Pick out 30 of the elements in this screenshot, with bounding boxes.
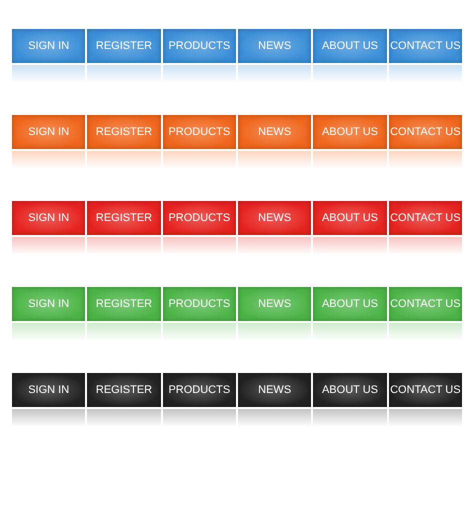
nav-button[interactable]: REGISTER (87, 29, 161, 63)
nav-button[interactable]: CONTACT US (388, 29, 462, 63)
nav-button[interactable]: ABOUT US (313, 115, 387, 149)
nav-button[interactable]: ABOUT US (313, 201, 387, 235)
nav-button[interactable]: ABOUT US (313, 287, 387, 321)
nav-button[interactable]: SIGN IN (12, 201, 86, 235)
nav-button[interactable]: CONTACT US (388, 287, 462, 321)
nav-button[interactable]: NEWS (238, 115, 312, 149)
nav-button[interactable]: NEWS (238, 287, 312, 321)
nav-button[interactable]: PRODUCTS (162, 287, 236, 321)
nav-button[interactable]: CONTACT US (388, 115, 462, 149)
nav-button[interactable]: SIGN IN (12, 115, 86, 149)
nav-button[interactable]: NEWS (238, 373, 312, 407)
nav-button[interactable]: ABOUT US (313, 29, 387, 63)
nav-button[interactable]: SIGN IN (12, 29, 86, 63)
nav-button[interactable]: NEWS (238, 201, 312, 235)
nav-button[interactable]: PRODUCTS (162, 373, 236, 407)
nav-button[interactable]: PRODUCTS (162, 201, 236, 235)
nav-button[interactable]: REGISTER (87, 201, 161, 235)
nav-button[interactable]: SIGN IN (12, 287, 86, 321)
nav-button[interactable]: CONTACT US (388, 373, 462, 407)
nav-button[interactable]: REGISTER (87, 373, 161, 407)
nav-button[interactable]: PRODUCTS (162, 115, 236, 149)
nav-button[interactable]: CONTACT US (388, 201, 462, 235)
nav-button[interactable]: REGISTER (87, 287, 161, 321)
nav-button[interactable]: PRODUCTS (162, 29, 236, 63)
nav-button[interactable]: REGISTER (87, 115, 161, 149)
nav-button[interactable]: SIGN IN (12, 373, 86, 407)
nav-button[interactable]: NEWS (238, 29, 312, 63)
nav-button[interactable]: ABOUT US (313, 373, 387, 407)
